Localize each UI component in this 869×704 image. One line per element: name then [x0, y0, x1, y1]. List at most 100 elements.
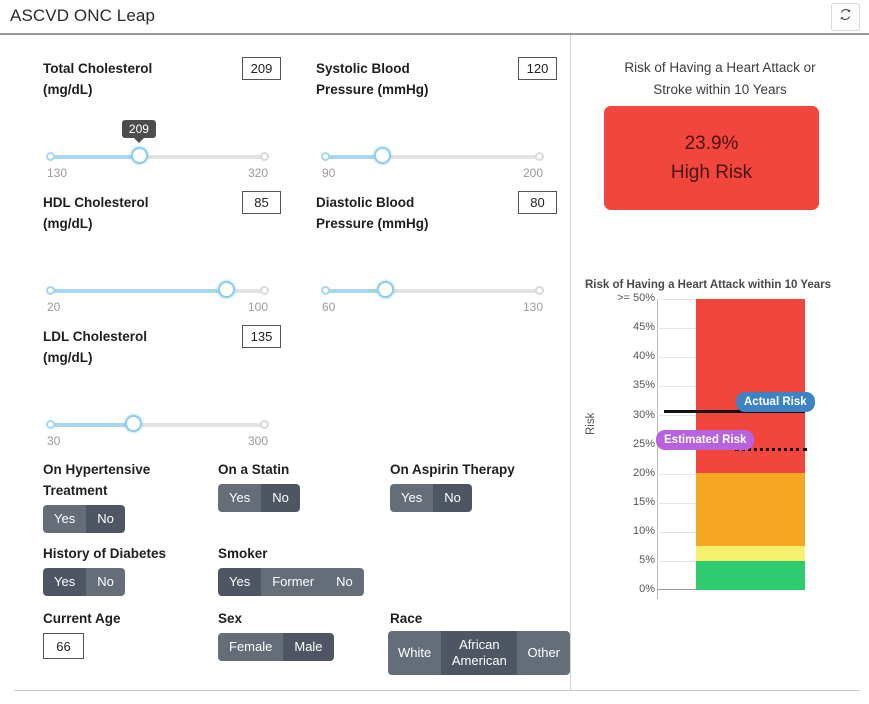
aspirin-therapy-option-no[interactable]: No: [433, 484, 472, 512]
slider-left-end: [46, 286, 55, 295]
total-cholesterol-input[interactable]: 209: [242, 57, 281, 80]
slider-thumb[interactable]: [377, 281, 395, 298]
ldl-cholesterol-slider-max: 300: [247, 434, 268, 448]
slider-left-end: [46, 420, 55, 429]
risk-band-chart: >= 50% 45% 40% 35% 30% 25% 20% 15% 10% 5…: [571, 291, 869, 601]
total-cholesterol-label-line2: (mg/dL): [43, 82, 93, 97]
hdl-cholesterol-label-line1: HDL Cholesterol: [43, 195, 149, 210]
risk-result-card: 23.9% High Risk: [604, 106, 819, 210]
statin-toggle[interactable]: Yes No: [218, 484, 300, 512]
chart-y-tick: 45%: [632, 321, 655, 333]
risk-summary-title: Risk of Having a Heart Attack or Stroke …: [583, 57, 857, 101]
risk-category: High Risk: [670, 162, 753, 183]
ldl-cholesterol-slider[interactable]: 30 300: [46, 415, 269, 448]
hypertensive-treatment-label: On Hypertensive Treatment: [43, 459, 213, 501]
systolic-bp-label-line2: Pressure (mmHg): [316, 82, 429, 97]
slider-thumb[interactable]: [124, 415, 142, 432]
slider-fill: [47, 423, 133, 427]
smoker-option-no[interactable]: No: [325, 568, 364, 596]
estimated-risk-badge: Estimated Risk: [656, 430, 755, 450]
race-label: Race: [390, 611, 423, 626]
risk-summary-title-line1: Risk of Having a Heart Attack or: [624, 60, 816, 75]
ldl-cholesterol-input[interactable]: 135: [242, 325, 281, 348]
race-toggle[interactable]: White African American Other: [388, 631, 570, 675]
chart-y-tick: 35%: [632, 379, 655, 391]
hypertensive-treatment-option-no[interactable]: No: [86, 505, 125, 533]
total-cholesterol-slider-min: 130: [47, 166, 68, 180]
risk-summary-title-line2: Stroke within 10 Years: [653, 82, 787, 97]
systolic-bp-input[interactable]: 120: [518, 57, 557, 80]
sex-toggle[interactable]: Female Male: [218, 633, 334, 661]
hypertensive-treatment-label-line2: Treatment: [43, 483, 108, 498]
hdl-cholesterol-slider[interactable]: 20 100: [46, 281, 269, 314]
slider-thumb[interactable]: [218, 281, 236, 298]
diastolic-bp-label: Diastolic Blood Pressure (mmHg): [316, 192, 516, 234]
slider-fill: [47, 289, 227, 293]
history-of-diabetes-option-no[interactable]: No: [86, 568, 125, 596]
hdl-cholesterol-slider-max: 100: [247, 300, 268, 314]
slider-right-end: [535, 152, 544, 161]
slider-right-end: [260, 420, 269, 429]
smoker-toggle[interactable]: Yes Former No: [218, 568, 364, 596]
chart-y-ticks: >= 50% 45% 40% 35% 30% 25% 20% 15% 10% 5…: [603, 291, 655, 595]
chart-y-tick: 15%: [632, 496, 655, 508]
hypertensive-treatment-toggle[interactable]: Yes No: [43, 505, 125, 533]
sex-option-male[interactable]: Male: [283, 633, 334, 661]
diastolic-bp-slider[interactable]: 60 130: [321, 281, 544, 314]
chart-band-intermediate-risk: [696, 473, 805, 546]
chart-band-low-risk: [696, 561, 805, 590]
history-of-diabetes-option-yes[interactable]: Yes: [43, 568, 87, 596]
hypertensive-treatment-option-yes[interactable]: Yes: [43, 505, 87, 533]
ldl-cholesterol-label-line2: (mg/dL): [43, 350, 93, 365]
diastolic-bp-input[interactable]: 80: [518, 191, 557, 214]
slider-left-end: [46, 152, 55, 161]
slider-left-end: [321, 286, 330, 295]
total-cholesterol-label-line1: Total Cholesterol: [43, 61, 153, 76]
hdl-cholesterol-input[interactable]: 85: [242, 191, 281, 214]
ldl-cholesterol-label: LDL Cholesterol (mg/dL): [43, 326, 243, 368]
aspirin-therapy-option-yes[interactable]: Yes: [390, 484, 434, 512]
chart-y-tick: 30%: [632, 409, 655, 421]
smoker-option-former[interactable]: Former: [261, 568, 326, 596]
systolic-bp-slider-max: 200: [522, 166, 543, 180]
current-age-label: Current Age: [43, 611, 121, 626]
refresh-icon: [838, 7, 853, 27]
chart-y-tick: 0%: [639, 583, 655, 595]
aspirin-therapy-toggle[interactable]: Yes No: [390, 484, 472, 512]
hdl-cholesterol-label-line2: (mg/dL): [43, 216, 93, 231]
race-option-other[interactable]: Other: [517, 631, 570, 675]
hdl-cholesterol-slider-min: 20: [47, 300, 61, 314]
slider-fill: [322, 155, 383, 159]
history-of-diabetes-toggle[interactable]: Yes No: [43, 568, 125, 596]
race-option-white[interactable]: White: [388, 631, 442, 675]
total-cholesterol-slider[interactable]: 209 130 320: [46, 120, 269, 180]
slider-right-end: [535, 286, 544, 295]
chart-x-axis-tick: [657, 590, 658, 599]
statin-option-yes[interactable]: Yes: [218, 484, 262, 512]
chart-band-borderline-risk: [696, 546, 805, 561]
slider-thumb[interactable]: [130, 147, 148, 164]
smoker-option-yes[interactable]: Yes: [218, 568, 262, 596]
diastolic-bp-slider-max: 130: [522, 300, 543, 314]
page-title: ASCVD ONC Leap: [10, 6, 156, 25]
statin-option-no[interactable]: No: [261, 484, 300, 512]
slider-fill: [322, 289, 386, 293]
inputs-panel: Total Cholesterol (mg/dL) 209 209 130 32…: [0, 35, 570, 704]
systolic-bp-slider[interactable]: 90 200: [321, 147, 544, 180]
slider-thumb[interactable]: [374, 147, 392, 164]
chart-y-tick: 5%: [639, 554, 655, 566]
actual-risk-badge: Actual Risk: [736, 392, 815, 412]
title-bar: ASCVD ONC Leap: [0, 0, 869, 34]
ldl-cholesterol-slider-min: 30: [47, 434, 61, 448]
slider-right-end: [260, 286, 269, 295]
slider-right-end: [260, 152, 269, 161]
race-option-african-american[interactable]: African American: [441, 631, 518, 675]
current-age-input[interactable]: 66: [43, 633, 84, 659]
systolic-bp-slider-min: 90: [322, 166, 336, 180]
refresh-button[interactable]: [831, 3, 860, 31]
diastolic-bp-label-line2: Pressure (mmHg): [316, 216, 429, 231]
chart-y-tick: 40%: [632, 350, 655, 362]
sex-option-female[interactable]: Female: [218, 633, 284, 661]
smoker-label: Smoker: [218, 546, 268, 561]
systolic-bp-label-line1: Systolic Blood: [316, 61, 410, 76]
